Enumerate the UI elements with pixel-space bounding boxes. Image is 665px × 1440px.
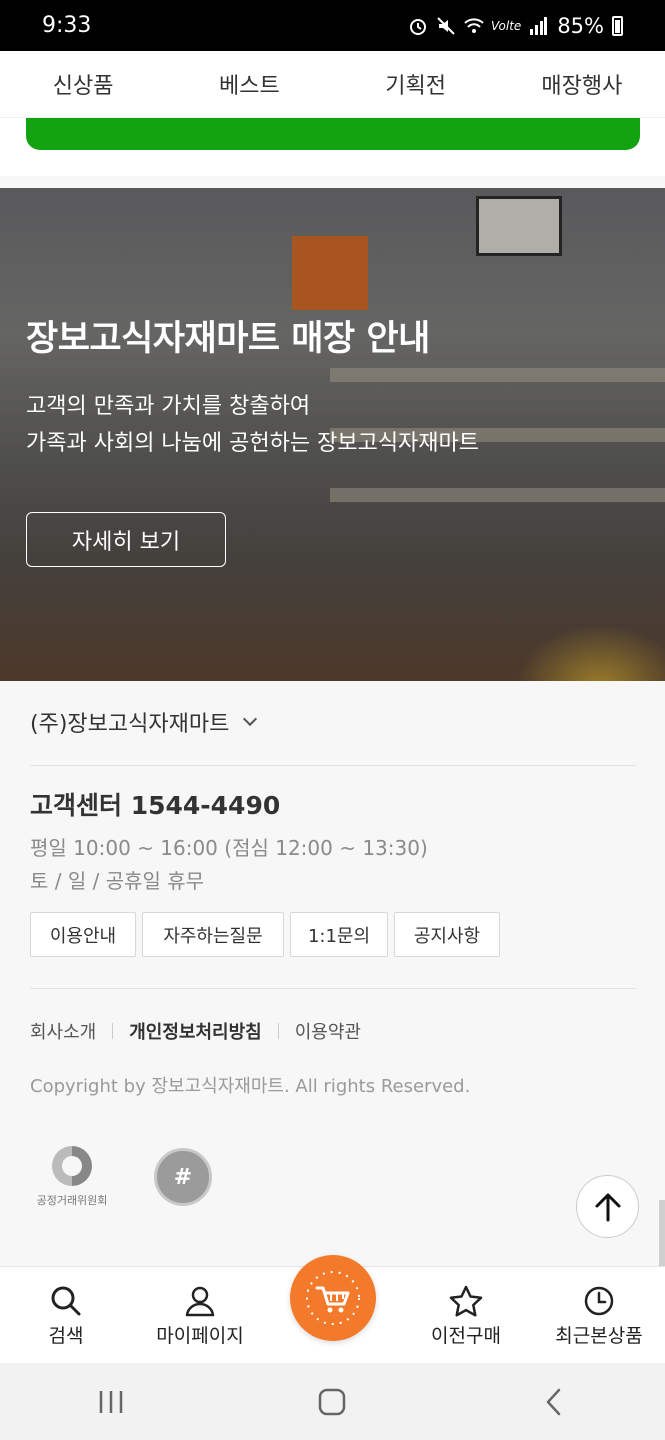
clock-icon xyxy=(539,1281,659,1321)
home-icon xyxy=(319,1388,346,1415)
search-icon xyxy=(6,1281,126,1321)
volte-label: Volte xyxy=(491,18,522,33)
divider xyxy=(30,765,636,766)
green-button-area xyxy=(0,118,665,176)
scroll-top-button[interactable] xyxy=(576,1175,639,1238)
escrow-badge[interactable]: # xyxy=(154,1148,212,1206)
bottom-nav-mypage-label: 마이페이지 xyxy=(156,1325,244,1347)
bottom-nav-previous-orders[interactable]: 이전구매 xyxy=(406,1281,526,1348)
ftc-emblem-icon xyxy=(52,1146,92,1186)
copyright: Copyright by 장보고식자재마트. All rights Reserv… xyxy=(30,1076,471,1097)
signal-icon xyxy=(527,15,549,37)
bottom-nav-search-label: 검색 xyxy=(48,1325,84,1347)
status-right: Volte 85% xyxy=(407,14,623,38)
separator xyxy=(112,1023,114,1039)
top-nav-special[interactable]: 기획전 xyxy=(333,68,499,100)
view-details-button[interactable]: 자세히 보기 xyxy=(26,512,226,567)
star-icon xyxy=(406,1281,526,1321)
status-time: 9:33 xyxy=(42,13,92,38)
home-button[interactable] xyxy=(302,1377,362,1427)
terms-link[interactable]: 이용약관 xyxy=(295,1018,361,1044)
back-icon xyxy=(546,1388,561,1415)
user-icon xyxy=(140,1281,260,1321)
faq-button[interactable]: 자주하는질문 xyxy=(142,912,284,957)
top-nav-best[interactable]: 베스트 xyxy=(166,68,332,100)
top-nav-new[interactable]: 신상품 xyxy=(0,68,166,100)
battery-percent: 85% xyxy=(557,13,604,38)
policy-links: 회사소개 개인정보처리방침 이용약관 xyxy=(30,1018,361,1044)
battery-icon xyxy=(612,15,623,36)
arrow-up-icon xyxy=(595,1193,620,1221)
escrow-symbol: # xyxy=(173,1164,193,1190)
bottom-nav-previous-orders-label: 이전구매 xyxy=(431,1325,501,1347)
status-bar: 9:33 Volte 85% xyxy=(0,0,665,51)
help-links: 이용안내 자주하는질문 1:1문의 공지사항 xyxy=(30,912,500,957)
chevron-down-icon xyxy=(243,711,258,727)
inquiry-button[interactable]: 1:1문의 xyxy=(290,912,388,957)
privacy-policy-link[interactable]: 개인정보처리방침 xyxy=(129,1018,261,1044)
cart-icon xyxy=(306,1271,360,1325)
ftc-logo[interactable]: 공정거래위원회 xyxy=(30,1146,114,1208)
recent-apps-icon xyxy=(99,1390,123,1413)
banner-description-line1: 고객의 만족과 가치를 창출하여 xyxy=(26,394,311,419)
alarm-icon xyxy=(407,15,429,37)
ftc-label: 공정거래위원회 xyxy=(36,1194,108,1207)
back-button[interactable] xyxy=(524,1377,584,1427)
status-icons: Volte xyxy=(407,15,549,37)
cart-button[interactable] xyxy=(290,1255,376,1341)
business-hours: 평일 10:00 ~ 16:00 (점심 12:00 ~ 13:30) xyxy=(30,836,428,860)
recent-apps-button[interactable] xyxy=(81,1377,141,1427)
top-nav-store-events[interactable]: 매장행사 xyxy=(499,68,665,100)
mute-icon xyxy=(435,15,457,37)
notice-button[interactable]: 공지사항 xyxy=(394,912,500,957)
customer-center: 고객센터 1544-4490 xyxy=(30,791,281,820)
bottom-nav-mypage[interactable]: 마이페이지 xyxy=(140,1281,260,1348)
company-selector[interactable]: (주)장보고식자재마트 xyxy=(30,706,258,738)
store-info-banner: 장보고식자재마트 매장 안내 고객의 만족과 가치를 창출하여 가족과 사회의 … xyxy=(0,188,665,681)
company-intro-link[interactable]: 회사소개 xyxy=(30,1018,96,1044)
android-nav-bar xyxy=(0,1363,665,1440)
closed-days: 토 / 일 / 공휴일 휴무 xyxy=(30,869,205,893)
banner-title: 장보고식자재마트 매장 안내 xyxy=(26,319,430,359)
separator xyxy=(277,1023,279,1039)
bottom-nav-search[interactable]: 검색 xyxy=(6,1281,126,1348)
wifi-icon xyxy=(463,15,485,37)
top-nav: 신상품 베스트 기획전 매장행사 xyxy=(0,51,665,118)
bottom-nav-recent-label: 최근본상품 xyxy=(555,1325,643,1347)
guide-button[interactable]: 이용안내 xyxy=(30,912,136,957)
banner-description-line2: 가족과 사회의 나눔에 공헌하는 장보고식자재마트 xyxy=(26,431,480,456)
bottom-nav-recent[interactable]: 최근본상품 xyxy=(539,1281,659,1348)
company-name: (주)장보고식자재마트 xyxy=(30,712,230,737)
divider xyxy=(30,988,636,989)
green-action-bar[interactable] xyxy=(26,118,640,150)
